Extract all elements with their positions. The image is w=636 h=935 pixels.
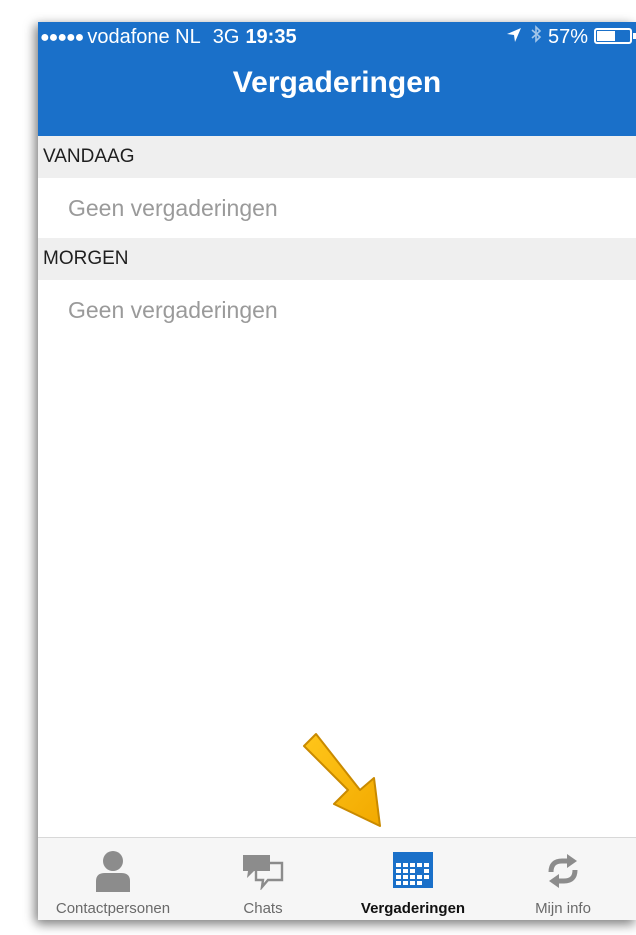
status-bar-left: ●●●●● vodafone NL 3G 19:35 xyxy=(40,22,297,53)
battery-fill xyxy=(597,31,615,41)
app-header: ●●●●● vodafone NL 3G 19:35 57% Vergaderinge… xyxy=(38,22,636,136)
tab-bar: Contactpersonen Chats Vergaderingen Mijn… xyxy=(38,837,636,920)
location-arrow-icon xyxy=(506,22,522,52)
tab-label-mijn-info: Mijn info xyxy=(535,900,591,917)
tab-vergaderingen[interactable]: Vergaderingen xyxy=(338,838,488,920)
network-type: 3G xyxy=(212,26,240,48)
section-header-tomorrow: MORGEN xyxy=(38,238,636,280)
page-title: Vergaderingen xyxy=(232,66,442,99)
signal-strength-icon: ●●●●● xyxy=(40,29,84,46)
carrier-name: vodafone NL xyxy=(87,26,201,48)
status-bar: ●●●●● vodafone NL 3G 19:35 57% xyxy=(38,22,636,52)
highlight-arrow-icon xyxy=(303,733,381,827)
empty-meetings-tomorrow: Geen vergaderingen xyxy=(68,297,278,323)
bluetooth-icon xyxy=(530,22,542,52)
tab-chats[interactable]: Chats xyxy=(188,838,338,920)
status-bar-right: 57% xyxy=(506,22,636,52)
screenshot-frame: ●●●●● vodafone NL 3G 19:35 57% Vergaderinge… xyxy=(0,0,636,935)
sync-arrows-icon xyxy=(545,852,581,895)
battery-percentage: 57% xyxy=(547,26,588,48)
battery-icon xyxy=(594,28,636,44)
empty-meetings-today: Geen vergaderingen xyxy=(68,195,278,221)
section-header-today: VANDAAG xyxy=(38,136,636,178)
status-time: 19:35 xyxy=(245,26,297,48)
calendar-icon xyxy=(393,852,433,893)
chat-bubbles-icon xyxy=(242,854,284,895)
person-icon xyxy=(96,850,130,897)
tab-contactpersonen[interactable]: Contactpersonen xyxy=(38,838,188,920)
tab-mijn-info[interactable]: Mijn info xyxy=(488,838,636,920)
